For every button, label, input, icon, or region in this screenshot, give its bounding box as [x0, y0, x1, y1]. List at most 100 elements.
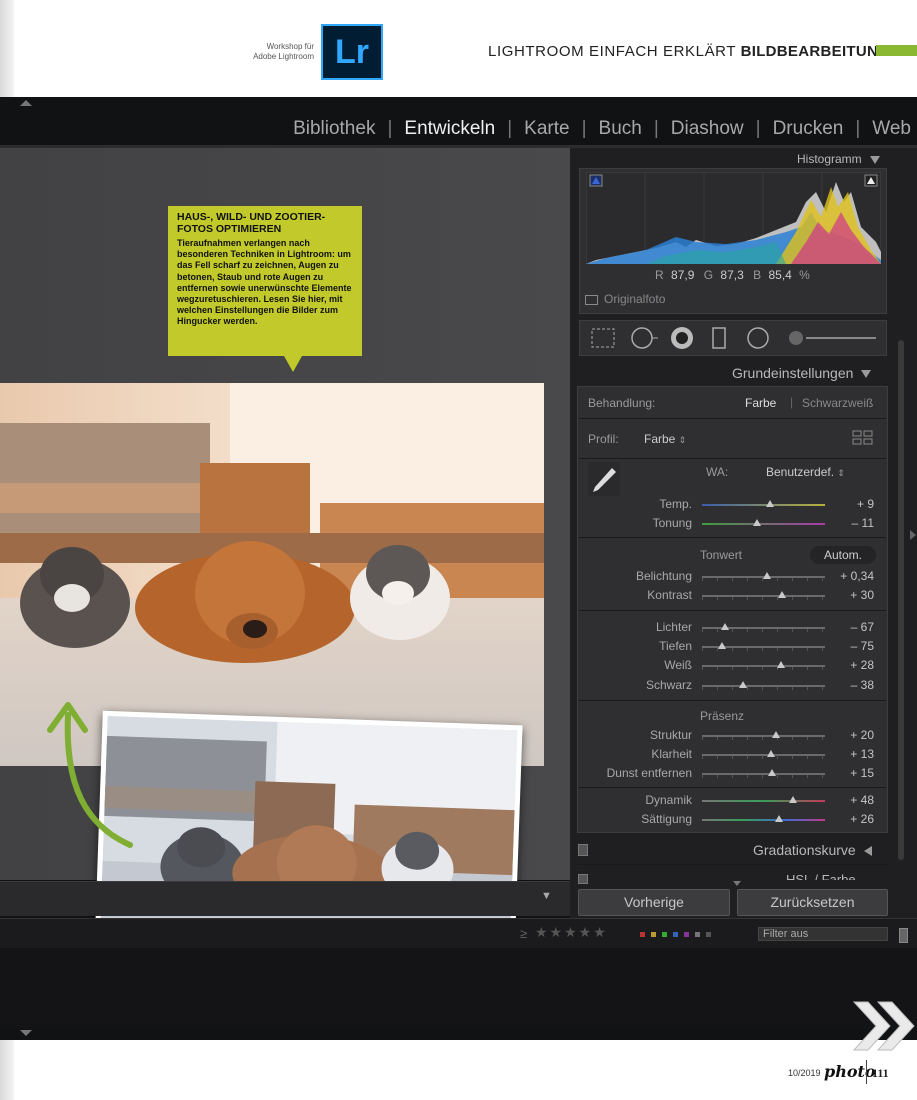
- spot-removal-icon[interactable]: [631, 327, 658, 349]
- radial-filter-icon[interactable]: [747, 327, 769, 349]
- slider-thumb[interactable]: [721, 623, 730, 630]
- slider-label-dehaze: Dunst entfernen: [606, 766, 692, 780]
- color-label-filter[interactable]: [640, 932, 711, 937]
- basic-panel-header[interactable]: Grundeinstellungen: [732, 365, 872, 381]
- color-label-other[interactable]: [706, 932, 711, 937]
- bottom-panel-toggle-icon[interactable]: [20, 1030, 32, 1036]
- slider-thumb[interactable]: [777, 591, 786, 598]
- divider: [579, 787, 886, 788]
- module-entwickeln[interactable]: Entwickeln: [404, 118, 495, 140]
- filter-lock-icon[interactable]: [899, 928, 908, 943]
- slider-texture[interactable]: [702, 731, 825, 740]
- right-panel-toggle-icon[interactable]: [910, 530, 916, 540]
- tip-callout: Haus-, Wild- und Zootier-fotos optimiere…: [168, 206, 362, 356]
- slider-clarity[interactable]: [702, 750, 825, 759]
- slider-thumb[interactable]: [753, 519, 762, 526]
- module-karte[interactable]: Karte: [524, 118, 569, 140]
- module-bibliothek[interactable]: Bibliothek: [293, 118, 375, 140]
- slider-thumb[interactable]: [789, 796, 798, 803]
- slider-thumb[interactable]: [776, 661, 785, 668]
- slider-shadows[interactable]: [702, 642, 825, 651]
- histogram-header[interactable]: Histogramm: [797, 152, 880, 166]
- module-separator: |: [755, 118, 761, 139]
- slider-value-whites[interactable]: + 28: [826, 658, 874, 672]
- slider-thumb[interactable]: [775, 815, 784, 822]
- slider-value-clarity[interactable]: + 13: [826, 747, 874, 761]
- slider-value-exposure[interactable]: + 0,34: [826, 569, 874, 583]
- slider-thumb[interactable]: [768, 769, 777, 776]
- panel-switch-icon[interactable]: [578, 874, 588, 884]
- slider-saturation[interactable]: [702, 815, 825, 822]
- module-separator: |: [507, 118, 513, 139]
- hsl-header[interactable]: HSL / Farbe: [786, 872, 856, 880]
- callout-body: Tieraufnahmen verlangen nach besonderen …: [177, 238, 352, 327]
- slider-label-shadows: Tiefen: [659, 639, 692, 653]
- color-label-none[interactable]: [695, 932, 700, 937]
- previous-button[interactable]: Vorherige: [578, 889, 730, 916]
- treatment-color-option[interactable]: Farbe: [745, 396, 776, 410]
- slider-thumb[interactable]: [738, 681, 747, 688]
- right-panel-scrollbar[interactable]: [898, 340, 904, 860]
- star-rating-filter[interactable]: ★★★★★: [535, 924, 608, 941]
- slider-contrast[interactable]: [702, 591, 825, 600]
- slider-blacks[interactable]: [702, 681, 825, 690]
- reset-button[interactable]: Zurücksetzen: [737, 889, 888, 916]
- auto-tone-button[interactable]: Autom.: [810, 546, 876, 564]
- profile-select[interactable]: Farbe ⇕: [644, 432, 686, 446]
- slider-vibrance[interactable]: [702, 796, 825, 803]
- color-label-purple[interactable]: [684, 932, 689, 937]
- wb-select[interactable]: Benutzerdef. ⇕: [766, 465, 845, 479]
- slider-temp[interactable]: [702, 500, 825, 507]
- slider-value-blacks[interactable]: – 38: [826, 678, 874, 692]
- module-buch[interactable]: Buch: [599, 118, 642, 140]
- slider-value-contrast[interactable]: + 30: [826, 588, 874, 602]
- module-diashow[interactable]: Diashow: [671, 118, 744, 140]
- hsl-header-clip: HSL / Farbe: [730, 868, 880, 880]
- slider-value-vibrance[interactable]: + 48: [826, 793, 874, 807]
- expand-triangle-icon: [863, 846, 872, 857]
- top-panel-toggle-icon[interactable]: [20, 100, 32, 106]
- slider-exposure[interactable]: [702, 572, 825, 581]
- adjustment-brush-icon[interactable]: [789, 331, 876, 345]
- slider-value-tint[interactable]: – 11: [826, 516, 874, 530]
- original-photo-toggle[interactable]: Originalfoto: [585, 292, 665, 306]
- page-header-title: LIGHTROOM EINFACH ERKLÄRT BILDBEARBEITUN…: [488, 43, 890, 60]
- slider-thumb[interactable]: [766, 750, 775, 757]
- slider-value-texture[interactable]: + 20: [826, 728, 874, 742]
- module-separator: |: [653, 118, 659, 139]
- treatment-bw-option[interactable]: Schwarzweiß: [802, 396, 873, 410]
- workshop-line-2: Adobe Lightroom: [253, 52, 314, 61]
- color-label-green[interactable]: [662, 932, 667, 937]
- slider-thumb[interactable]: [717, 642, 726, 649]
- slider-ticks: [702, 756, 825, 759]
- tone-curve-header[interactable]: Gradationskurve: [753, 842, 872, 858]
- original-photo-checkbox-icon[interactable]: [585, 294, 598, 305]
- red-eye-icon[interactable]: [671, 327, 693, 349]
- slider-tint[interactable]: [702, 519, 825, 526]
- module-web[interactable]: Web: [872, 118, 911, 140]
- slider-whites[interactable]: [702, 661, 825, 670]
- slider-value-dehaze[interactable]: + 15: [826, 766, 874, 780]
- graduated-filter-icon[interactable]: [712, 327, 726, 349]
- module-drucken[interactable]: Drucken: [773, 118, 844, 140]
- white-balance-picker-icon[interactable]: [588, 462, 620, 496]
- slider-value-highlights[interactable]: – 67: [826, 620, 874, 634]
- color-label-blue[interactable]: [673, 932, 678, 937]
- panel-switch-icon[interactable]: [578, 844, 588, 856]
- filter-select[interactable]: Filter aus: [758, 927, 888, 941]
- slider-thumb[interactable]: [765, 500, 774, 507]
- tone-section-label: Tonwert: [700, 548, 743, 562]
- slider-thumb[interactable]: [771, 731, 780, 738]
- slider-thumb[interactable]: [763, 572, 772, 579]
- color-label-red[interactable]: [640, 932, 645, 937]
- slider-value-shadows[interactable]: – 75: [826, 639, 874, 653]
- slider-value-temp[interactable]: + 9: [826, 497, 874, 511]
- slider-value-saturation[interactable]: + 26: [826, 812, 874, 826]
- slider-dehaze[interactable]: [702, 769, 825, 778]
- rating-filter-operator[interactable]: ≥: [520, 926, 527, 941]
- slider-highlights[interactable]: [702, 623, 825, 632]
- profile-browser-icon[interactable]: [852, 430, 874, 446]
- color-label-yellow[interactable]: [651, 932, 656, 937]
- crop-tool-icon[interactable]: [591, 328, 615, 348]
- filmstrip-dropdown-icon[interactable]: ▼: [541, 890, 552, 902]
